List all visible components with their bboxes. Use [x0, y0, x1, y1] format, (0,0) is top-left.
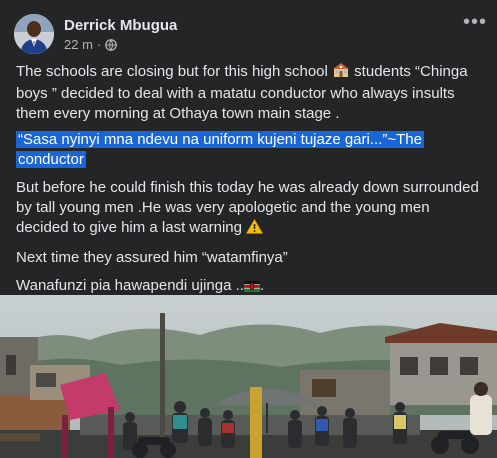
paragraph-4: Next time they assured him “watamfinya”	[16, 248, 484, 268]
globe-icon[interactable]	[105, 38, 118, 51]
paragraph-3: But before he could finish this today he…	[16, 178, 484, 240]
warning-emoji	[246, 219, 264, 240]
post-header: Derrick Mbugua 22 m ·	[14, 12, 484, 56]
paragraph-1: The schools are closing but for this hig…	[16, 62, 484, 124]
post-text: The schools are closing but for this hig…	[16, 62, 484, 306]
post-timestamp[interactable]: 22 m	[64, 37, 93, 53]
paragraph-1-text-start: The schools are closing but for this hig…	[16, 63, 333, 80]
highlighted-quote: “Sasa nyinyi mna ndevu na uniform kujeni…	[16, 131, 424, 168]
paragraph-5-text-end: .	[259, 277, 265, 294]
post-photo[interactable]	[0, 295, 497, 458]
more-options-icon[interactable]: •••	[461, 8, 489, 36]
paragraph-2: “Sasa nyinyi mna ndevu na uniform kujeni…	[16, 130, 484, 170]
post-subline: 22 m ·	[64, 37, 177, 53]
author-name[interactable]: Derrick Mbugua	[64, 16, 177, 35]
paragraph-5-text: Wanafunzi pia hawapendi ujinga ..	[16, 277, 244, 294]
facebook-post: Derrick Mbugua 22 m · ••• The schools ar…	[0, 0, 497, 458]
post-meta: Derrick Mbugua 22 m ·	[64, 16, 177, 53]
paragraph-4-text: Next time they assured him “watamfinya”	[16, 249, 288, 266]
school-emoji	[332, 62, 350, 84]
author-avatar[interactable]	[14, 14, 54, 54]
separator-dot: ·	[96, 36, 102, 52]
